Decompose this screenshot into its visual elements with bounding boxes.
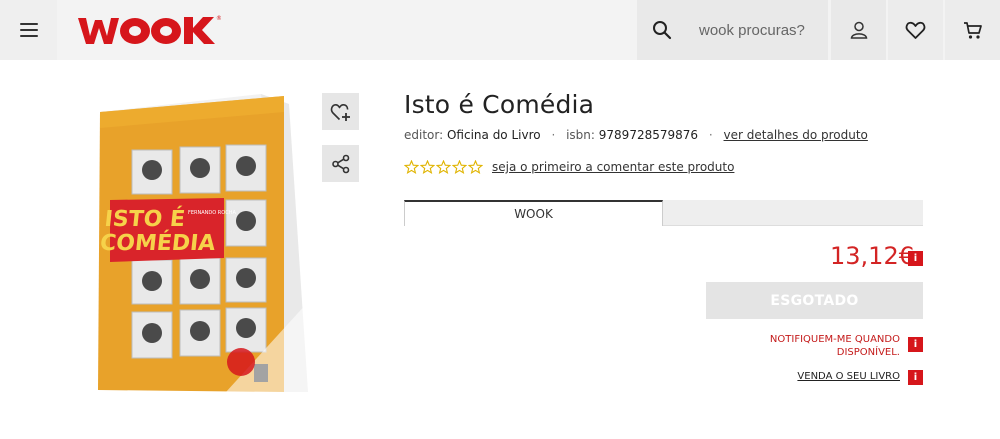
star-icon [436, 160, 451, 174]
top-header: ® wook procuras? [0, 0, 1000, 60]
wishlist-button[interactable] [888, 0, 943, 60]
share-button[interactable] [322, 145, 359, 182]
isbn-label: isbn: [566, 128, 595, 142]
sell-info-icon[interactable]: i [908, 370, 923, 385]
price-info-icon[interactable]: i [908, 251, 923, 266]
product-meta: editor: Oficina do Livro · isbn: 9789728… [404, 128, 868, 142]
wook-logo[interactable]: ® [76, 10, 221, 50]
editor-label: editor: [404, 128, 444, 142]
add-to-wishlist-button[interactable] [322, 93, 359, 130]
tab-other-sellers[interactable] [663, 200, 923, 226]
notify-line-1: NOTIFIQUEM-ME QUANDO [769, 334, 900, 345]
product-details-link[interactable]: ver detalhes do produto [724, 128, 868, 142]
rating-stars[interactable] [404, 160, 483, 174]
tab-wook[interactable]: WOOK [404, 200, 663, 226]
cover-author: FERNANDO ROCHA [188, 210, 236, 216]
notify-info-icon[interactable]: i [908, 337, 923, 352]
isbn-value: 9789728579876 [598, 128, 699, 142]
product-image[interactable]: ISTO É COMÉDIA FERNANDO ROCHA [96, 92, 308, 394]
sold-out-button: ESGOTADO [706, 282, 923, 319]
cart-button[interactable] [945, 0, 1000, 60]
account-button[interactable] [831, 0, 886, 60]
separator-dot: · [708, 128, 713, 142]
cover-title-line2: COMÉDIA [99, 230, 217, 256]
sell-your-book-link[interactable]: VENDA O SEU LIVRO [760, 371, 900, 382]
share-icon [331, 154, 349, 173]
star-icon [404, 160, 419, 174]
notify-when-available-link[interactable]: NOTIFIQUEM-ME QUANDO DISPONÍVEL. [740, 333, 900, 359]
search-input[interactable]: wook procuras? [699, 22, 805, 39]
menu-button[interactable] [0, 0, 57, 60]
search-bar[interactable]: wook procuras? [637, 0, 828, 60]
cover-title-line1: ISTO É [103, 206, 186, 232]
seller-tabs: WOOK [404, 200, 923, 226]
user-icon [850, 21, 867, 39]
star-icon [452, 160, 467, 174]
editor-link[interactable]: Oficina do Livro [447, 128, 541, 142]
heart-icon [905, 21, 926, 39]
hamburger-icon [19, 23, 38, 37]
notify-line-2: DISPONÍVEL. [836, 347, 900, 358]
product-title: Isto é Comédia [404, 90, 595, 119]
first-review-link[interactable]: seja o primeiro a comentar este produto [492, 160, 734, 174]
product-price: 13,12€ [830, 242, 914, 270]
rating-row: seja o primeiro a comentar este produto [404, 160, 734, 174]
star-icon [468, 160, 483, 174]
cart-icon [963, 21, 982, 39]
svg-text:®: ® [216, 15, 221, 22]
star-icon [420, 160, 435, 174]
heart-plus-icon [330, 103, 350, 121]
search-icon[interactable] [637, 20, 687, 40]
separator-dot: · [551, 128, 556, 142]
